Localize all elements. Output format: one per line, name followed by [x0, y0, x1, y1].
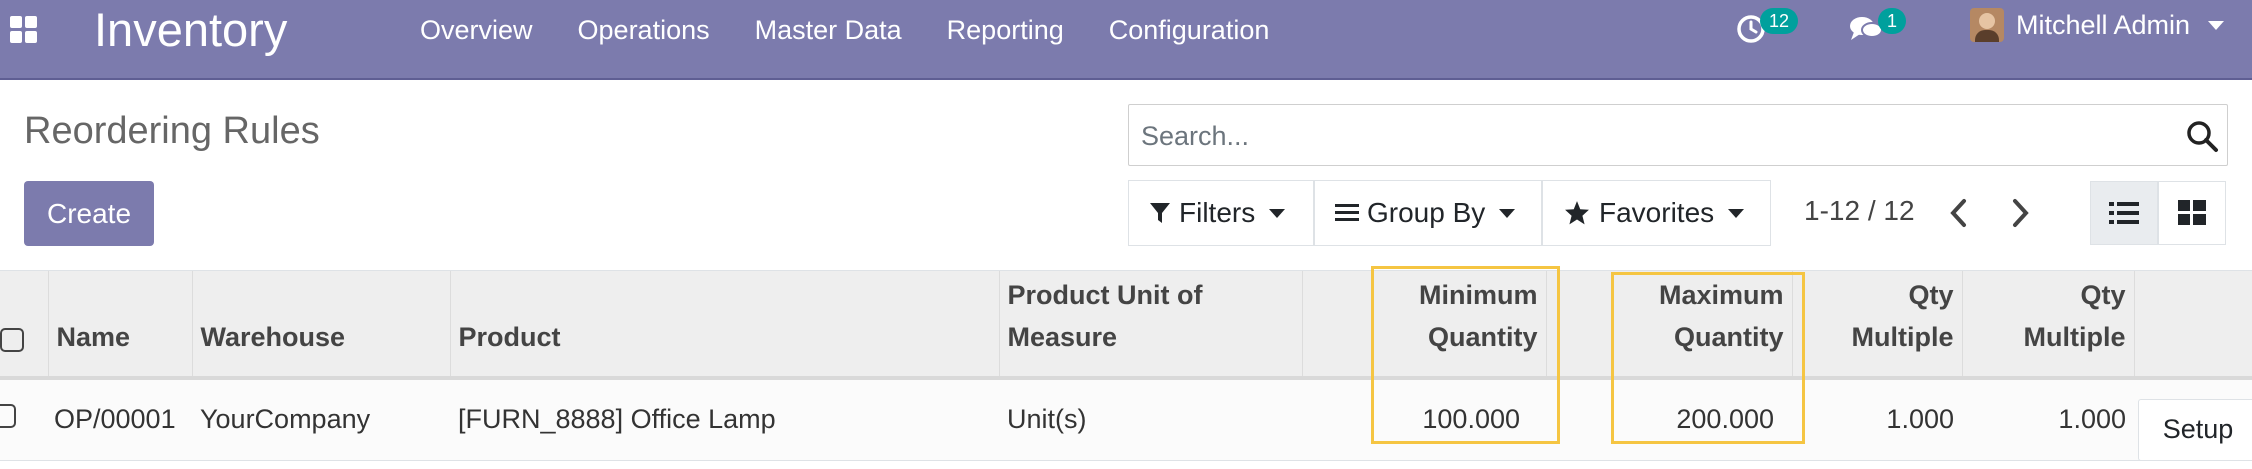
- cell-uom: Unit(s): [1007, 404, 1087, 435]
- kanban-view-button[interactable]: [2158, 181, 2226, 245]
- menu-overview[interactable]: Overview: [420, 14, 533, 46]
- cell-actions: Setup: [2134, 378, 2252, 460]
- cell-warehouse: YourCompany: [200, 404, 371, 435]
- group-by-button[interactable]: Group By: [1314, 180, 1542, 246]
- row-checkbox[interactable]: [0, 404, 16, 429]
- select-all-cell: [0, 271, 49, 378]
- apps-grid-icon[interactable]: [10, 16, 38, 44]
- search-input[interactable]: [1139, 113, 2143, 159]
- activity-clock-icon[interactable]: 12: [1736, 8, 1799, 46]
- search-icon[interactable]: [2185, 119, 2219, 153]
- menu-configuration[interactable]: Configuration: [1109, 14, 1270, 46]
- top-navbar: Inventory Overview Operations Master Dat…: [0, 0, 2252, 80]
- activity-count-badge: 12: [1760, 8, 1799, 34]
- menu-master-data[interactable]: Master Data: [755, 14, 902, 46]
- column-header-warehouse[interactable]: Warehouse: [192, 271, 451, 378]
- column-header-max-qty[interactable]: Maximum Quantity: [1546, 271, 1793, 378]
- kanban-icon: [2178, 200, 2206, 225]
- app-brand[interactable]: Inventory: [94, 2, 287, 58]
- column-header-uom[interactable]: Product Unit of Measure: [999, 271, 1303, 378]
- chevron-right-icon[interactable]: [2005, 196, 2035, 230]
- select-all-checkbox[interactable]: [0, 328, 24, 352]
- chevron-down-icon: [1499, 208, 1516, 218]
- filters-button[interactable]: Filters: [1128, 180, 1314, 246]
- pager-value[interactable]: 1-12 / 12: [1804, 195, 1915, 227]
- search-bar: [1128, 104, 2228, 166]
- messages-count-badge: 1: [1878, 8, 1907, 34]
- column-header-min-qty[interactable]: Minimum Quantity: [1302, 271, 1547, 378]
- chevron-left-icon[interactable]: [1944, 196, 1974, 230]
- messages-chat-icon[interactable]: 1: [1848, 8, 1907, 46]
- cell-qty-multiple-2: 1.000: [2058, 404, 2126, 435]
- cell-max-qty: 200.000: [1676, 404, 1774, 435]
- create-button[interactable]: Create: [24, 181, 154, 246]
- search-options: Filters Group By Favorites: [1128, 180, 1771, 246]
- column-header-qty-multiple-2[interactable]: Qty Multiple: [1962, 271, 2135, 378]
- cell-product: [FURN_8888] Office Lamp: [458, 404, 776, 435]
- column-header-actions: [2134, 271, 2252, 378]
- favorites-label: Favorites: [1599, 197, 1715, 228]
- chevron-down-icon: [1269, 208, 1286, 218]
- reordering-rules-table: Name Warehouse Product Product Unit of Me…: [0, 270, 2252, 469]
- favorites-button[interactable]: Favorites: [1542, 180, 1771, 246]
- column-header-name[interactable]: Name: [48, 271, 193, 378]
- bars-icon: [1335, 204, 1359, 221]
- row-select-cell: [0, 378, 48, 460]
- chevron-down-icon: [1728, 208, 1745, 218]
- list-view-button[interactable]: [2090, 181, 2158, 245]
- group-by-label: Group By: [1367, 197, 1486, 228]
- user-avatar: [1970, 8, 2004, 42]
- star-icon: [1565, 201, 1589, 225]
- column-header-product[interactable]: Product: [450, 271, 1000, 378]
- user-name: Mitchell Admin: [2016, 9, 2191, 40]
- menu-operations[interactable]: Operations: [578, 14, 710, 46]
- cell-name: OP/00001: [54, 404, 176, 435]
- cell-qty-multiple: 1.000: [1886, 404, 1954, 435]
- column-header-qty-multiple[interactable]: Qty Multiple: [1792, 271, 1963, 378]
- filters-label: Filters: [1179, 197, 1256, 228]
- setup-button[interactable]: Setup: [2138, 398, 2252, 460]
- list-icon: [2109, 202, 2139, 224]
- menu-reporting[interactable]: Reporting: [947, 14, 1064, 46]
- chevron-down-icon: [2208, 20, 2225, 30]
- cell-min-qty: 100.000: [1422, 404, 1520, 435]
- page-title: Reordering Rules: [24, 110, 320, 152]
- filter-icon: [1150, 203, 1170, 223]
- user-menu[interactable]: Mitchell Admin: [1970, 8, 2225, 42]
- table-row[interactable]: OP/00001 YourCompany [FURN_8888] Office …: [0, 378, 2252, 460]
- main-menu: Overview Operations Master Data Reportin…: [420, 14, 1314, 46]
- table-header-row: Name Warehouse Product Product Unit of Me…: [0, 271, 2252, 378]
